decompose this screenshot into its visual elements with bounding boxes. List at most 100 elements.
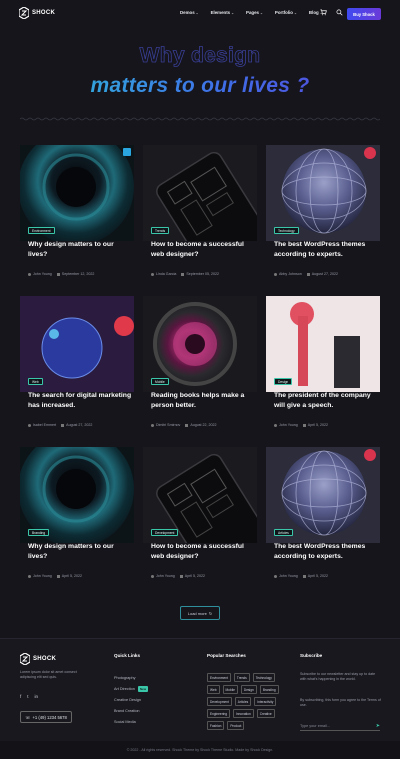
quick-link[interactable]: Creative Design (114, 697, 148, 702)
card-tag[interactable]: Branding (28, 529, 50, 536)
popular-tag[interactable]: Branding (259, 685, 279, 694)
card-title[interactable]: The search for digital marketing has inc… (28, 391, 132, 410)
facebook-icon[interactable]: f (20, 694, 21, 699)
phone-button[interactable]: ☏ +1 (49) 1234 5678 (20, 711, 72, 723)
card-date: August 27, 2022 (61, 423, 92, 427)
blog-card[interactable]: Environment Why design matters to our liv… (20, 145, 134, 286)
card-author[interactable]: John Young (28, 574, 52, 578)
user-icon (151, 574, 154, 578)
nav-icons (320, 9, 343, 16)
popular-tag[interactable]: Articles (234, 697, 252, 706)
quick-link[interactable]: Brand Creation (114, 708, 148, 713)
calendar-icon (306, 272, 310, 276)
card-title[interactable]: Why design matters to our lives? (28, 542, 132, 561)
card-title[interactable]: The best WordPress themes according to e… (274, 240, 378, 259)
footer-logo[interactable]: SHOCK (20, 653, 56, 665)
card-title[interactable]: Why design matters to our lives? (28, 240, 132, 259)
popular-tag[interactable]: Web (207, 685, 220, 694)
quick-link[interactable]: Art Direction New (114, 685, 149, 692)
card-author[interactable]: John Young (28, 272, 52, 276)
card-date-text: April 5, 2022 (307, 423, 328, 427)
blog-card[interactable]: Branding Why design matters to our lives?… (20, 447, 134, 588)
top-nav: SHOCK Demos⌄ Elements⌄ Pages⌄ Portfolio⌄… (0, 0, 400, 28)
card-date-text: August 27, 2022 (311, 272, 338, 276)
user-icon (274, 423, 277, 427)
menu-elements[interactable]: Elements⌄ (211, 10, 234, 15)
card-meta: Dimitri Smirnov August 22, 2022 (151, 423, 217, 427)
popular-tag[interactable]: Product (227, 721, 245, 730)
card-title[interactable]: The president of the company will give a… (274, 391, 378, 410)
popular-tag[interactable]: Mobile (222, 685, 238, 694)
user-icon (151, 423, 154, 427)
send-icon[interactable]: ➤ (376, 723, 380, 729)
logo-icon (19, 7, 29, 19)
popular-tags: Environment Trends Technology Web Mobile Desi… (207, 673, 281, 730)
popular-tag[interactable]: Innovation (233, 709, 254, 718)
card-title[interactable]: The best WordPress themes according to e… (274, 542, 378, 561)
card-title[interactable]: How to become a successful web designer? (151, 542, 255, 561)
card-author-name: Abby Johnson (279, 272, 302, 276)
card-title[interactable]: How to become a successful web designer? (151, 240, 255, 259)
card-date: April 5, 2022 (56, 574, 82, 578)
blog-card[interactable]: Web The search for digital marketing has … (20, 296, 134, 437)
popular-tag[interactable]: Trends (233, 673, 250, 682)
card-tag[interactable]: Trends (151, 227, 170, 234)
footer-about: Lorem ipsum dolor sit amet consect adipi… (20, 670, 77, 680)
blog-card[interactable]: Articles The best WordPress themes accord… (266, 447, 380, 588)
card-tag[interactable]: Development (151, 529, 179, 536)
buy-button[interactable]: Buy Shock (347, 8, 381, 20)
popular-tag[interactable]: Technology (252, 673, 275, 682)
card-title[interactable]: Reading books helps make a person better… (151, 391, 255, 410)
card-author[interactable]: Linda Garcia (151, 272, 176, 276)
linkedin-icon[interactable]: in (35, 694, 39, 699)
blog-card[interactable]: Technology The best WordPress themes acco… (266, 145, 380, 286)
card-tag[interactable]: Design (274, 378, 293, 385)
menu-portfolio[interactable]: Portfolio⌄ (275, 10, 297, 15)
brand-logo[interactable]: SHOCK (19, 7, 55, 19)
blog-card[interactable]: Design The president of the company will … (266, 296, 380, 437)
quick-link-label: Social Media (114, 719, 136, 724)
quick-link[interactable]: Social Media (114, 719, 148, 724)
card-tag[interactable]: Technology (274, 227, 299, 234)
quick-link[interactable]: Photography (114, 675, 148, 680)
search-icon[interactable] (336, 9, 343, 16)
card-author-name: John Young (156, 574, 175, 578)
card-tag[interactable]: Web (28, 378, 43, 385)
card-tag[interactable]: Environment (28, 227, 55, 234)
email-field[interactable]: Type your email... ➤ (300, 721, 380, 731)
card-author[interactable]: Isabel Emmert (28, 423, 56, 427)
popular-tag[interactable]: Interactivity (254, 697, 277, 706)
menu-pages[interactable]: Pages⌄ (246, 10, 263, 15)
cart-icon[interactable] (320, 9, 327, 16)
social-links: f t in (20, 694, 38, 699)
load-more-button[interactable]: Load more ↻ (180, 606, 220, 620)
card-author[interactable]: John Young (274, 574, 298, 578)
card-author[interactable]: Abby Johnson (274, 272, 302, 276)
calendar-icon (61, 423, 65, 427)
twitter-icon[interactable]: t (27, 694, 28, 699)
share-icon[interactable] (123, 148, 131, 156)
blog-card[interactable]: Mobile Reading books helps make a person … (143, 296, 257, 437)
menu-demos[interactable]: Demos⌄ (180, 10, 199, 15)
card-author[interactable]: John Young (151, 574, 175, 578)
popular-tag[interactable]: Engineering (207, 709, 231, 718)
card-author[interactable]: John Young (274, 423, 298, 427)
card-author[interactable]: Dimitri Smirnov (151, 423, 180, 427)
card-meta: John Young April 5, 2022 (151, 574, 205, 578)
card-author-name: John Young (33, 272, 52, 276)
card-tag[interactable]: Articles (274, 529, 293, 536)
popular-tag[interactable]: Fashion (207, 721, 225, 730)
blog-card[interactable]: Trends How to become a successful web des… (143, 145, 257, 286)
quick-link-label: Photography (114, 675, 136, 680)
popular-tag[interactable]: Environment (207, 673, 231, 682)
card-tag[interactable]: Mobile (151, 378, 169, 385)
menu-pages-label: Pages (246, 10, 259, 15)
blog-card[interactable]: Development How to become a successful we… (143, 447, 257, 588)
logo-icon (20, 653, 30, 665)
popular-tag[interactable]: Development (207, 697, 232, 706)
popular-tag[interactable]: Creative (256, 709, 275, 718)
card-meta: John Young September 12, 2022 (28, 272, 94, 276)
popular-tag[interactable]: Design (240, 685, 257, 694)
copyright: © 2022 - All rights reserved. Shock Them… (0, 741, 400, 759)
user-icon (274, 272, 277, 276)
